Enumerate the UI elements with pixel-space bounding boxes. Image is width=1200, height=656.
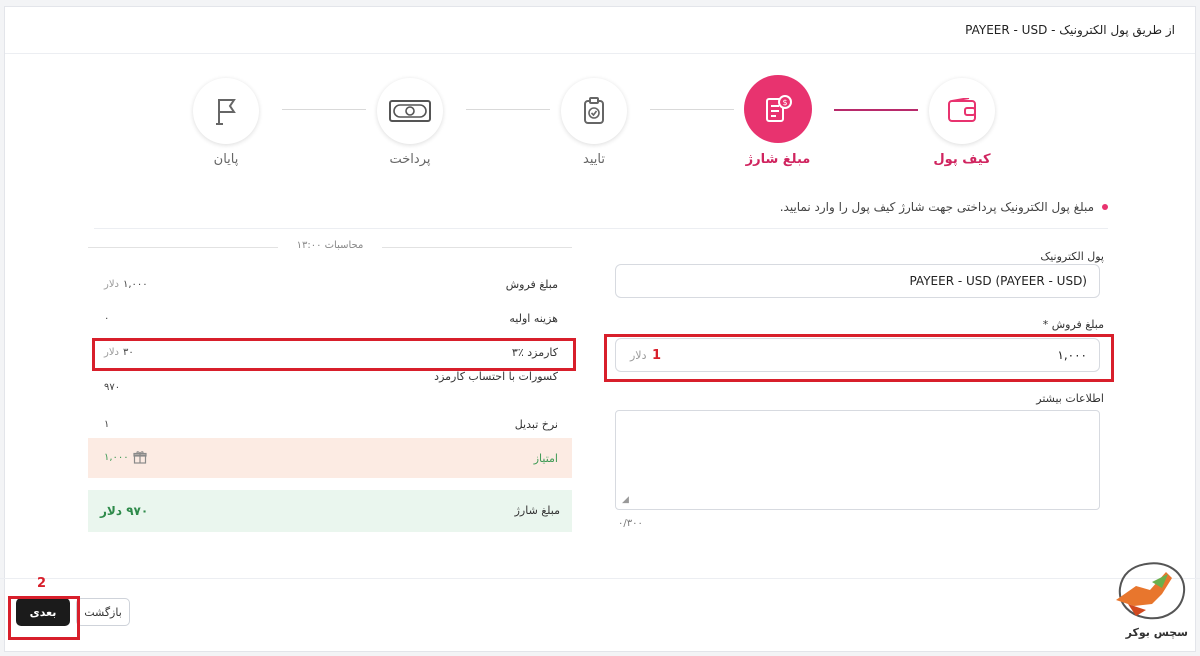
annotation-box-next	[8, 596, 80, 640]
calc-row-exchange-rate: نرخ تبدیل ۱	[88, 412, 572, 438]
calc-header: محاسبات ۱۳:۰۰	[88, 240, 572, 256]
banknote-icon	[389, 100, 431, 122]
calc-row-value: ۱,۰۰۰ دلار	[104, 279, 148, 290]
bullet-dot	[1102, 204, 1108, 210]
invoice-dollar-icon: $	[766, 95, 792, 122]
stepper-connector-4	[282, 109, 366, 110]
calc-row-sale: مبلغ فروش ۱,۰۰۰ دلار	[88, 272, 572, 298]
calc-row-number: ۱,۰۰۰	[123, 279, 148, 290]
info-textarea[interactable]: ◢	[615, 410, 1100, 510]
section-divider	[94, 228, 1108, 229]
ecurrency-field[interactable]: PAYEER - USD (PAYEER - USD)	[615, 264, 1100, 298]
instruction-text: مبلغ پول الکترونیک پرداختی جهت شارژ کیف …	[779, 200, 1094, 214]
fox-logo-icon	[1116, 562, 1186, 620]
calc-row-unit: دلار	[104, 279, 119, 290]
stepper-connector-1	[834, 109, 918, 111]
calc-row-value: ۹۷۰	[104, 382, 121, 393]
calc-row-label: نرخ تبدیل	[514, 418, 558, 431]
step-wallet	[929, 78, 995, 144]
ecurrency-label: پول الکترونیک	[1040, 250, 1104, 263]
title-divider	[5, 53, 1195, 54]
points-row: امتیاز ۱,۰۰۰	[88, 438, 572, 478]
page-title: از طریق پول الکترونیک - PAYEER - USD	[965, 23, 1175, 37]
footer-divider	[0, 578, 1200, 579]
step-label-payment: پرداخت	[389, 152, 431, 167]
svg-text:$: $	[782, 98, 787, 107]
step-label-amount: مبلغ شارژ	[745, 152, 811, 167]
total-row: مبلغ شارژ ۹۷۰ دلار	[88, 490, 572, 532]
instruction-note: مبلغ پول الکترونیک پرداختی جهت شارژ کیف …	[780, 200, 1108, 214]
char-counter: ۰/۳۰۰	[618, 518, 643, 529]
calc-row-initial-fee: هزینه اولیه ۰	[88, 306, 572, 332]
calc-row-deductions: کسورات با احتساب کارمزد ۹۷۰	[88, 370, 572, 396]
total-label: مبلغ شارژ	[514, 504, 560, 517]
stepper-connector-3	[466, 109, 550, 110]
points-value: ۱,۰۰۰	[104, 451, 129, 463]
step-confirm	[561, 78, 627, 144]
step-label-wallet: کیف پول	[933, 152, 991, 167]
step-finish	[193, 78, 259, 144]
amount-label: مبلغ فروش *	[1042, 318, 1104, 331]
total-value: ۹۷۰ دلار	[100, 504, 149, 518]
calc-header-line-right	[382, 247, 572, 248]
resize-handle-icon[interactable]: ◢	[622, 495, 629, 505]
annotation-box-commission	[92, 338, 576, 371]
step-amount: $	[744, 75, 812, 143]
calc-header-line-left	[88, 247, 278, 248]
calc-row-label: مبلغ فروش	[505, 278, 558, 291]
stepper-connector-2	[650, 109, 734, 110]
calc-row-value: ۰	[104, 313, 110, 324]
flag-icon	[216, 99, 236, 125]
clipboard-check-icon	[584, 97, 604, 124]
gift-icon	[133, 451, 147, 464]
annotation-box-amount	[604, 334, 1114, 382]
ecurrency-value: PAYEER - USD (PAYEER - USD)	[909, 274, 1087, 288]
back-button[interactable]: بازگشت	[76, 598, 130, 626]
watermark-text: سچس بوکر	[1125, 626, 1188, 639]
calc-row-label: هزینه اولیه	[509, 312, 558, 325]
calc-header-text: محاسبات ۱۳:۰۰	[296, 240, 364, 251]
step-label-confirm: تایید	[583, 152, 605, 167]
info-label: اطلاعات بیشتر	[1036, 392, 1104, 405]
wallet-icon	[948, 98, 976, 122]
points-value-wrap: ۱,۰۰۰	[104, 450, 147, 464]
step-label-finish: پایان	[213, 152, 239, 167]
points-label: امتیاز	[533, 452, 558, 465]
annotation-number-2: 2	[37, 576, 47, 591]
annotation-number-1: 1	[652, 348, 662, 363]
step-payment	[377, 78, 443, 144]
calc-row-label: کسورات با احتساب کارمزد	[434, 370, 558, 383]
calc-row-value: ۱	[104, 419, 110, 430]
